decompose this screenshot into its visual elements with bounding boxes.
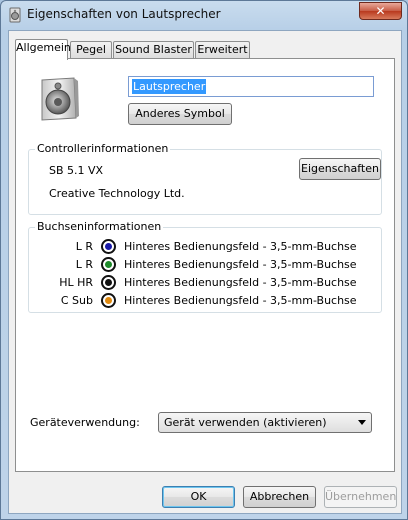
controller-group-title: Controllerinformationen <box>35 142 171 155</box>
window-title: Eigenschaften von Lautsprecher <box>27 7 221 21</box>
jack-row: L R Hinteres Bedienungsfeld - 3,5-mm-Buc… <box>29 239 389 256</box>
close-button[interactable]: ✕ <box>359 2 402 20</box>
jack-color-icon <box>101 257 116 272</box>
properties-dialog: Eigenschaften von Lautsprecher ✕ Allgeme… <box>0 0 408 520</box>
speaker-icon <box>41 77 79 121</box>
controller-model: SB 5.1 VX <box>49 164 104 177</box>
jack-description: Hinteres Bedienungsfeld - 3,5-mm-Buchse <box>124 276 357 289</box>
controller-properties-button[interactable]: Eigenschaften <box>299 158 381 180</box>
device-name-value: Lautsprecher <box>132 79 207 94</box>
dialog-client-area: Allgemein Pegel Sound Blaster Erweitert <box>8 30 402 514</box>
ok-button[interactable]: OK <box>162 486 235 508</box>
tab-panel-allgemein: Lautsprecher Anderes Symbol Controllerin… <box>15 58 395 472</box>
chevron-down-icon <box>358 420 366 425</box>
apply-button[interactable]: Übernehmen <box>324 486 397 508</box>
jack-description: Hinteres Bedienungsfeld - 3,5-mm-Buchse <box>124 294 357 307</box>
controller-info-group: Controllerinformationen SB 5.1 VX Creati… <box>28 142 382 215</box>
jack-color-icon <box>101 293 116 308</box>
device-usage-selected: Gerät verwenden (aktivieren) <box>164 416 327 429</box>
jack-label: L R <box>75 240 93 253</box>
jack-description: Hinteres Bedienungsfeld - 3,5-mm-Buchse <box>124 258 357 271</box>
device-name-field[interactable]: Lautsprecher <box>128 76 374 97</box>
jack-label: C Sub <box>60 294 93 307</box>
tab-allgemein[interactable]: Allgemein <box>15 39 71 60</box>
speaker-title-icon <box>9 7 21 23</box>
jack-row: C Sub Hinteres Bedienungsfeld - 3,5-mm-B… <box>29 293 389 310</box>
tab-sound-blaster[interactable]: Sound Blaster <box>113 41 194 59</box>
jack-info-group: Buchseninformationen L R Hinteres Bedien… <box>28 220 382 313</box>
tab-erweitert[interactable]: Erweitert <box>195 41 250 59</box>
change-icon-button[interactable]: Anderes Symbol <box>128 103 232 125</box>
title-bar[interactable]: Eigenschaften von Lautsprecher ✕ <box>1 1 407 29</box>
device-usage-select[interactable]: Gerät verwenden (aktivieren) <box>158 412 372 433</box>
controller-manufacturer: Creative Technology Ltd. <box>49 187 185 200</box>
jack-label: HL HR <box>59 276 93 289</box>
cancel-button[interactable]: Abbrechen <box>243 486 316 508</box>
jack-color-icon <box>101 239 116 254</box>
jack-row: L R Hinteres Bedienungsfeld - 3,5-mm-Buc… <box>29 257 389 274</box>
jack-color-icon <box>101 275 116 290</box>
device-usage-label: Geräteverwendung: <box>30 416 140 429</box>
tab-pegel[interactable]: Pegel <box>70 41 112 59</box>
jack-label: L R <box>75 258 93 271</box>
jack-description: Hinteres Bedienungsfeld - 3,5-mm-Buchse <box>124 240 357 253</box>
jack-group-title: Buchseninformationen <box>35 220 164 233</box>
jack-row: HL HR Hinteres Bedienungsfeld - 3,5-mm-B… <box>29 275 389 292</box>
